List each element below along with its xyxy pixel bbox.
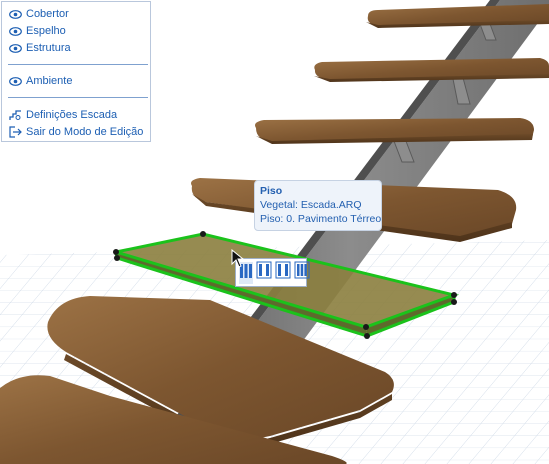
- menu-item-ambiente[interactable]: Ambiente: [8, 73, 72, 89]
- menu-item-sair-edicao[interactable]: Sair do Modo de Edição: [8, 124, 143, 140]
- menu-item-label: Definições Escada: [26, 109, 118, 121]
- tread-option-1-button[interactable]: [256, 261, 272, 284]
- eye-icon: [8, 74, 22, 88]
- mouse-cursor-icon: [231, 249, 245, 268]
- menu-divider: [8, 64, 148, 65]
- menu-divider: [8, 97, 148, 98]
- tread-option-2-button[interactable]: [275, 261, 291, 284]
- stair-settings-icon: [8, 108, 22, 122]
- tooltip-line-layer: Vegetal: Escada.ARQ: [260, 199, 362, 211]
- menu-item-label: Espelho: [26, 25, 66, 37]
- eye-icon: [8, 24, 22, 38]
- stair-edit-menu: Cobertor Espelho Estrutura Ambiente Defi…: [1, 1, 151, 142]
- exit-icon: [8, 125, 22, 139]
- tread-option-2-icon: [275, 261, 291, 284]
- element-info-tooltip: Piso Vegetal: Escada.ARQ Piso: 0. Pavime…: [254, 180, 382, 231]
- menu-item-definicoes-escada[interactable]: Definições Escada: [8, 107, 117, 123]
- eye-icon: [8, 41, 22, 55]
- tread-option-1-icon: [256, 261, 272, 284]
- menu-item-label: Ambiente: [26, 75, 73, 87]
- menu-item-label: Cobertor: [26, 8, 69, 20]
- tread-option-3-icon: [294, 261, 310, 284]
- eye-icon: [8, 7, 22, 21]
- tooltip-line-story: Piso: 0. Pavimento Térreo: [260, 213, 382, 225]
- menu-item-label: Sair do Modo de Edição: [26, 126, 144, 138]
- menu-item-espelho[interactable]: Espelho: [8, 23, 66, 39]
- tooltip-title: Piso: [260, 185, 283, 197]
- menu-item-estrutura[interactable]: Estrutura: [8, 40, 71, 56]
- menu-item-label: Estrutura: [26, 42, 71, 54]
- menu-item-cobertor[interactable]: Cobertor: [8, 6, 69, 22]
- tread-option-3-button[interactable]: [294, 261, 310, 284]
